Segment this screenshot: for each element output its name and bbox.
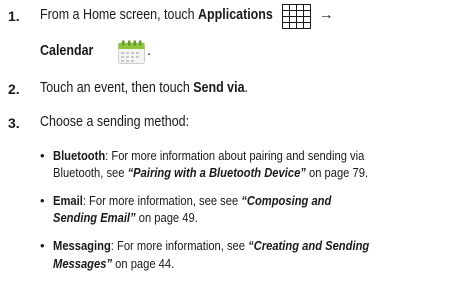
- email-line-2: Sending Email” on page 49.: [53, 210, 221, 225]
- bullet-email-icon: •: [40, 193, 45, 208]
- step-1-text: From a Home screen, touch: [40, 7, 199, 23]
- step-2-text: Touch an event, then touch: [40, 80, 194, 96]
- bluetooth-desc: : For more information about pairing and…: [105, 148, 365, 163]
- step-2-line: Touch an event, then touch Send via.: [40, 80, 282, 96]
- bluetooth-title: Bluetooth: [53, 148, 106, 163]
- email-ref-link-part-1[interactable]: “Composing and: [241, 193, 331, 208]
- messaging-title: Messaging: [53, 238, 111, 253]
- bluetooth-see: Bluetooth, see: [53, 165, 128, 180]
- step-1-line-2: Calendar: [40, 43, 102, 59]
- step-3-text: Choose a sending method:: [40, 114, 190, 130]
- bullet-messaging-icon: •: [40, 238, 45, 253]
- bluetooth-line-2: Bluetooth, see “Pairing with a Bluetooth…: [53, 165, 419, 180]
- messaging-line-1: Messaging: For more information, see “Cr…: [53, 238, 421, 253]
- messaging-page: on page 44.: [112, 256, 175, 271]
- step-2-period: .: [244, 80, 248, 96]
- step-1-period: .: [147, 43, 152, 59]
- email-ref-link-part-2[interactable]: Sending Email”: [53, 210, 136, 225]
- messaging-ref-link-part-1[interactable]: “Creating and Sending: [248, 238, 369, 253]
- applications-grid-icon: [282, 4, 311, 29]
- arrow-icon: →: [319, 7, 334, 23]
- applications-label: Applications: [198, 7, 273, 23]
- bluetooth-ref-link[interactable]: “Pairing with a Bluetooth Device”: [128, 165, 306, 180]
- bluetooth-line-1: Bluetooth: For more information about pa…: [53, 148, 415, 163]
- email-page: on page 49.: [135, 210, 198, 225]
- email-desc: : For more information, see see: [82, 193, 242, 208]
- step-number-1: 1.: [8, 8, 20, 24]
- messaging-desc: : For more information, see: [110, 238, 249, 253]
- calendar-icon: [118, 40, 145, 64]
- email-line-1: Email: For more information, see see “Co…: [53, 193, 377, 208]
- step-number-3: 3.: [8, 115, 20, 131]
- bluetooth-page: on page 79.: [305, 165, 369, 180]
- email-title: Email: [53, 193, 83, 208]
- calendar-label: Calendar: [40, 43, 94, 59]
- bullet-bluetooth-icon: •: [40, 148, 45, 163]
- step-number-2: 2.: [8, 81, 20, 97]
- step-1-line-1: From a Home screen, touch Applications: [40, 7, 311, 23]
- send-via-label: Send via: [193, 80, 245, 96]
- messaging-ref-link-part-2[interactable]: Messages”: [53, 256, 112, 271]
- step-3-line: Choose a sending method:: [40, 114, 213, 130]
- messaging-line-2: Messages” on page 44.: [53, 256, 194, 271]
